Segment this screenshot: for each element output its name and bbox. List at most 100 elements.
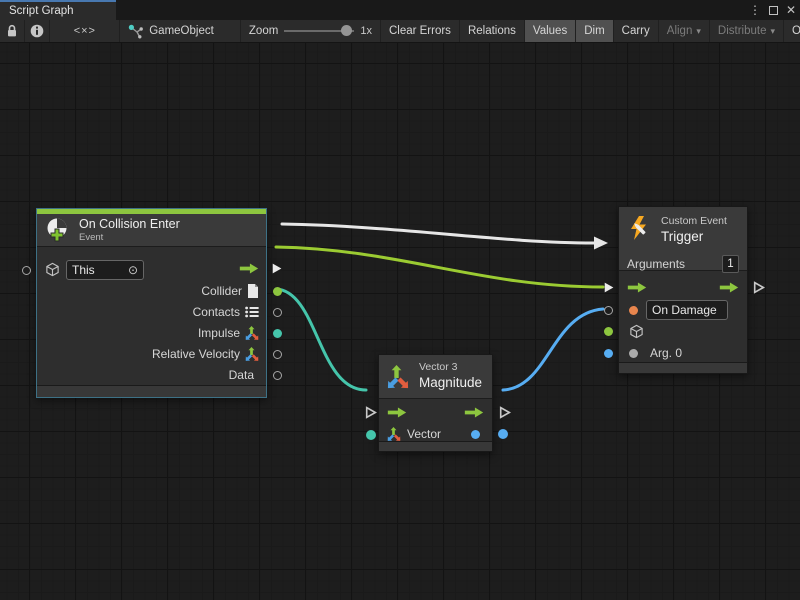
graph-icon [128,24,143,39]
flow-out-arrow-icon [464,407,484,418]
graph-toolbar: <×> GameObject Zoom 1x Clear Errors Rela… [0,20,800,43]
node-vector3-magnitude[interactable]: Vector 3 Magnitude Vector [378,354,493,452]
code-preview-button[interactable]: <×> [50,20,120,42]
chevron-down-icon: ▾ [696,26,701,37]
vector3-icon [245,326,259,340]
zoom-label: Zoom [249,25,278,37]
port-impulse-out[interactable] [273,329,282,338]
clear-errors-button[interactable]: Clear Errors [381,20,460,42]
node-subtitle: Event [79,232,180,243]
overview-button[interactable]: Overv [784,20,800,42]
impulse-row: Impulse [37,323,266,344]
relations-button[interactable]: Relations [460,20,525,42]
node-header: Vector 3 Magnitude [379,355,492,399]
lock-icon [6,24,18,38]
event-name-field[interactable]: On Damage [646,300,728,320]
collision-event-icon [45,217,71,243]
flow-row [387,402,484,423]
script-graph-window: Script Graph ⋮ ✕ <×> GameObject [0,0,800,600]
port-flow-out[interactable] [752,281,765,294]
graph-owner[interactable]: GameObject [120,20,241,42]
node-header: Custom Event Trigger Arguments 1 [619,207,747,271]
port-vector-in[interactable] [366,430,376,440]
node-title: Magnitude [419,375,482,392]
gameobject-cube-icon [629,324,644,339]
port-relative-velocity-out[interactable] [273,350,282,359]
info-button[interactable] [25,20,50,42]
contacts-row: Contacts [37,302,266,323]
node-type-label: Custom Event [661,215,739,229]
port-contacts-out[interactable] [273,308,282,317]
node-on-collision-enter[interactable]: On Collision Enter Event This ⊙ Collider [36,208,267,398]
node-header: On Collision Enter Event [37,214,266,247]
wire-impulse[interactable] [276,289,366,390]
align-dropdown[interactable]: Align▾ [659,20,710,42]
string-value-dot [629,306,638,315]
dim-toggle[interactable]: Dim [576,20,613,42]
flow-row [627,277,739,298]
menu-icon[interactable]: ⋮ [749,4,761,16]
collider-icon [247,284,259,298]
zoom-value: 1x [360,25,372,37]
port-result-out[interactable] [498,429,508,439]
vector3-icon [387,427,401,441]
node-title: Trigger [661,229,739,246]
code-icon: <×> [74,25,96,37]
port-target-in[interactable] [604,327,613,336]
tab-title: Script Graph [9,5,74,17]
collider-row: Collider [37,281,266,302]
port-flow-out[interactable] [498,406,511,419]
distribute-dropdown[interactable]: Distribute▾ [710,20,784,42]
tab-script-graph[interactable]: Script Graph [0,0,116,20]
gameobject-label: GameObject [149,25,214,37]
arguments-field[interactable]: 1 [722,255,739,273]
carry-toggle[interactable]: Carry [614,20,659,42]
flow-arrow-icon [239,263,259,274]
vector3-icon [245,347,259,361]
arguments-label: Arguments [627,257,685,271]
event-name-row: On Damage [629,300,741,321]
flow-in-arrow-icon [627,282,647,293]
info-icon [30,24,44,38]
close-icon[interactable]: ✕ [786,4,796,16]
target-row [629,321,644,342]
node-footer [619,362,747,373]
graph-canvas[interactable]: On Collision Enter Event This ⊙ Collider [0,43,800,600]
node-title: On Collision Enter [79,217,180,233]
result-value-dot [471,430,480,439]
port-flow-out[interactable] [270,262,283,275]
port-event-name-in[interactable] [604,306,613,315]
wire-flow[interactable] [282,224,594,243]
flow-out-row [37,258,266,279]
wire-magnitude[interactable] [503,309,603,390]
tab-bar: Script Graph ⋮ ✕ [0,0,800,20]
wire-flow-arrowhead [594,237,608,250]
port-data-out[interactable] [273,371,282,380]
port-collider-out[interactable] [273,287,282,296]
node-footer [379,441,492,451]
relative-velocity-row: Relative Velocity [37,344,266,365]
generic-value-dot [629,349,638,358]
maximize-icon[interactable] [769,6,778,15]
zoom-control: Zoom 1x [241,20,381,42]
arg0-row: Arg. 0 [629,343,682,364]
values-toggle[interactable]: Values [525,20,576,42]
port-flow-in[interactable] [602,281,615,294]
node-type-label: Vector 3 [419,361,482,375]
flow-in-arrow-icon [387,407,407,418]
node-footer [37,385,266,397]
port-flow-in[interactable] [364,406,377,419]
list-icon [245,306,259,318]
data-row: Data [37,365,266,386]
zoom-slider[interactable] [284,30,354,32]
port-arg0-in[interactable] [604,349,613,358]
vector3-icon [387,365,411,389]
flow-out-arrow-icon [719,282,739,293]
chevron-down-icon: ▾ [770,26,775,37]
lock-button[interactable] [0,20,25,42]
port-this-input[interactable] [22,266,31,275]
zoom-slider-handle[interactable] [341,25,352,36]
wire-collider[interactable] [276,247,603,287]
custom-event-icon [627,215,653,242]
node-trigger-custom-event[interactable]: Custom Event Trigger Arguments 1 On Dama… [618,206,748,374]
